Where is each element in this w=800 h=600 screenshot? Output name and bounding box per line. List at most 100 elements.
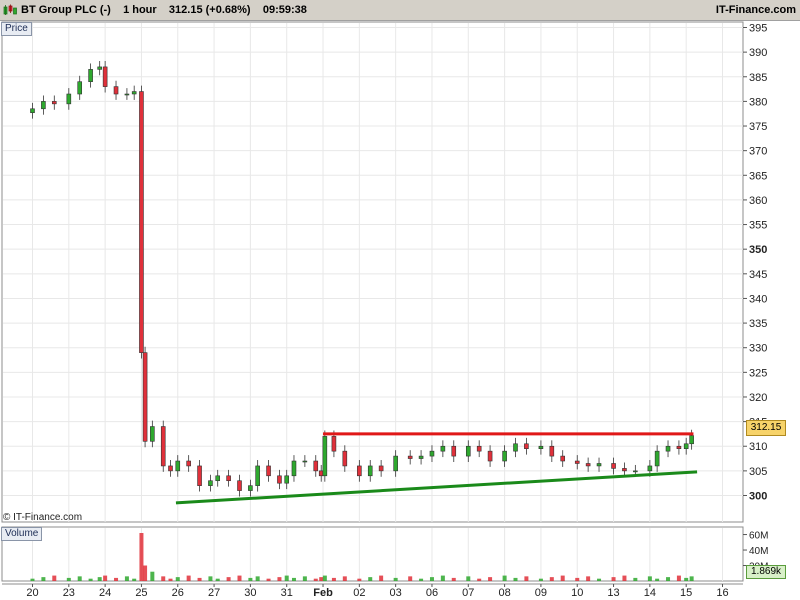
- volume-bar: [319, 577, 324, 581]
- candle-down: [160, 426, 166, 467]
- candle-down: [226, 475, 231, 482]
- volume-bar: [655, 578, 660, 581]
- y-tick-label: 305: [749, 466, 767, 478]
- candle-up: [215, 475, 221, 482]
- y-tick-label: 385: [749, 72, 767, 84]
- candle-up: [393, 455, 398, 472]
- candle-up: [291, 460, 297, 477]
- volume-bar: [143, 565, 148, 581]
- volume-bar: [633, 577, 638, 581]
- candle-down: [168, 465, 173, 472]
- candle-up: [66, 93, 72, 105]
- volume-bar: [322, 575, 327, 581]
- candle-down: [560, 455, 566, 462]
- volume-bar: [30, 578, 35, 581]
- volume-bar: [132, 578, 137, 581]
- candle-down: [676, 445, 682, 450]
- price-pane: [1, 21, 744, 523]
- candle-up: [284, 475, 290, 484]
- candle-up: [502, 450, 507, 462]
- candle-up: [654, 450, 660, 467]
- volume-bar: [161, 576, 166, 581]
- x-tick-label: 10: [571, 587, 583, 599]
- volume-bar: [114, 577, 119, 581]
- candle-up: [77, 81, 83, 95]
- copyright-text: © IT-Finance.com: [3, 512, 83, 523]
- candle-up: [440, 445, 446, 452]
- x-tick-label: 20: [26, 587, 38, 599]
- y-tick-label: 325: [749, 367, 767, 379]
- volume-bar: [393, 577, 398, 581]
- candle-down: [476, 445, 482, 452]
- volume-bar: [208, 576, 213, 581]
- candle-down: [237, 480, 242, 491]
- x-tick-label: 15: [680, 587, 692, 599]
- y-tick-label: 380: [749, 96, 767, 108]
- price-volume-chart[interactable]: 395 390 385 380 375 370 365 360 355 350 345 340 335 3…: [0, 0, 800, 600]
- volume-bar: [41, 577, 46, 581]
- candle-down: [102, 66, 108, 87]
- candle-up: [633, 470, 638, 473]
- volume-bar: [66, 577, 71, 581]
- y-tick-label: 300: [749, 491, 767, 503]
- candle-up: [367, 465, 373, 477]
- x-tick-label: 27: [208, 587, 220, 599]
- candle-down: [574, 460, 580, 464]
- volume-bar: [419, 578, 424, 581]
- volume-bar: [88, 578, 93, 581]
- volume-bar: [586, 576, 591, 581]
- x-tick-label: 26: [172, 587, 184, 599]
- y-tick-label: 320: [749, 392, 767, 404]
- volume-bar: [139, 533, 144, 581]
- candle-down: [266, 465, 271, 477]
- volume-bar: [266, 578, 271, 581]
- candle-down: [451, 445, 457, 457]
- candle-up: [689, 435, 694, 445]
- candle-down: [549, 445, 555, 457]
- volume-bar: [186, 575, 191, 581]
- volume-bar: [124, 576, 129, 581]
- volume-bar: [379, 575, 384, 581]
- volume-bar: [440, 575, 445, 581]
- volume-bar: [575, 577, 580, 581]
- volume-bar: [342, 576, 347, 581]
- volume-bar: [291, 577, 296, 581]
- candle-up: [124, 93, 130, 96]
- volume-bar: [368, 577, 373, 581]
- volume-bar: [277, 577, 282, 581]
- x-tick-label: 23: [63, 587, 75, 599]
- volume-bar: [524, 576, 529, 581]
- candle-up: [248, 485, 253, 491]
- y-tick-label: 365: [749, 170, 767, 182]
- volume-bar: [331, 577, 336, 581]
- x-tick-label: 07: [462, 587, 474, 599]
- volume-bar: [103, 575, 108, 581]
- volume-bar: [302, 576, 307, 581]
- volume-bar: [560, 575, 565, 581]
- volume-bar: [357, 578, 362, 581]
- last-volume-badge: 1.869k: [746, 565, 786, 579]
- volume-bar: [150, 571, 155, 581]
- volume-bar: [538, 578, 543, 581]
- candle-up: [683, 443, 689, 449]
- candle-up: [465, 445, 471, 457]
- volume-bar: [513, 577, 518, 581]
- volume-bar: [502, 575, 507, 581]
- x-tick-label: 30: [244, 587, 256, 599]
- y-tick-label: 375: [749, 121, 767, 133]
- volume-bar: [226, 577, 231, 581]
- candle-down: [357, 465, 362, 477]
- candle-up: [647, 465, 653, 472]
- volume-bar: [408, 576, 413, 581]
- volume-bar: [429, 577, 434, 581]
- candle-up: [131, 91, 137, 95]
- volume-bar: [97, 577, 102, 581]
- volume-tick-label: 60M: [749, 531, 768, 542]
- candle-up: [88, 69, 93, 82]
- candle-down: [487, 450, 493, 462]
- y-tick-label: 350: [749, 244, 767, 256]
- candle-up: [175, 460, 181, 472]
- candle-down: [342, 450, 348, 467]
- volume-bar: [488, 577, 493, 581]
- candle-down: [524, 443, 529, 449]
